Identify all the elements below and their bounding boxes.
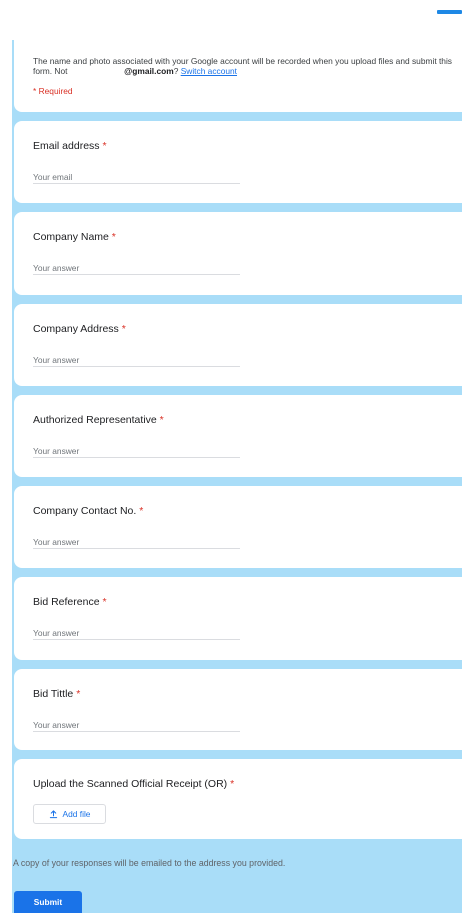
required-marker: * [230,778,235,790]
question-card-bid-reference: Bid Reference * [14,577,462,660]
top-bar [0,0,462,40]
account-notice-text: The name and photo associated with your … [33,56,452,76]
required-marker: * [76,688,81,700]
question-title: Bid Tittle * [33,688,81,700]
company-name-input[interactable] [33,261,240,275]
add-file-button[interactable]: Add file [33,804,106,824]
question-title: Upload the Scanned Official Receipt (OR)… [33,778,235,790]
question-title: Authorized Representative * [33,414,164,426]
required-marker: * [102,140,107,152]
question-card-authorized-representative: Authorized Representative * [14,395,462,477]
question-card-contact-no: Company Contact No. * [14,486,462,568]
question-title: Company Name * [33,231,116,243]
required-marker: * [121,323,126,335]
add-file-label: Add file [62,809,91,819]
required-marker: * [139,505,144,517]
required-marker: * [102,596,107,608]
switch-account-link[interactable]: Switch account [181,66,237,76]
bid-title-input[interactable] [33,718,240,732]
question-card-bid-title: Bid Tittle * [14,669,462,750]
question-title: Email address * [33,140,107,152]
question-title: Company Contact No. * [33,505,144,517]
top-accent-bar [437,10,462,14]
question-card-company-name: Company Name * [14,212,462,295]
email-field[interactable] [33,170,240,184]
authorized-representative-input[interactable] [33,444,240,458]
question-title: Bid Reference * [33,596,107,608]
form-header-card: The name and photo associated with your … [14,36,462,112]
question-card-upload: Upload the Scanned Official Receipt (OR)… [14,759,462,839]
company-address-input[interactable] [33,353,240,367]
copy-responses-note: A copy of your responses will be emailed… [13,858,286,868]
bid-reference-input[interactable] [33,626,240,640]
question-card-email: Email address * [14,121,462,203]
submit-button[interactable]: Submit [14,891,82,913]
contact-no-input[interactable] [33,535,240,549]
question-title: Company Address * [33,323,126,335]
upload-icon [49,809,57,818]
required-marker: * [111,231,116,243]
question-card-company-address: Company Address * [14,304,462,386]
account-email: @gmail.com [124,66,174,76]
required-marker: * [159,414,164,426]
required-note: * Required [33,86,73,96]
account-notice: The name and photo associated with your … [33,56,452,76]
